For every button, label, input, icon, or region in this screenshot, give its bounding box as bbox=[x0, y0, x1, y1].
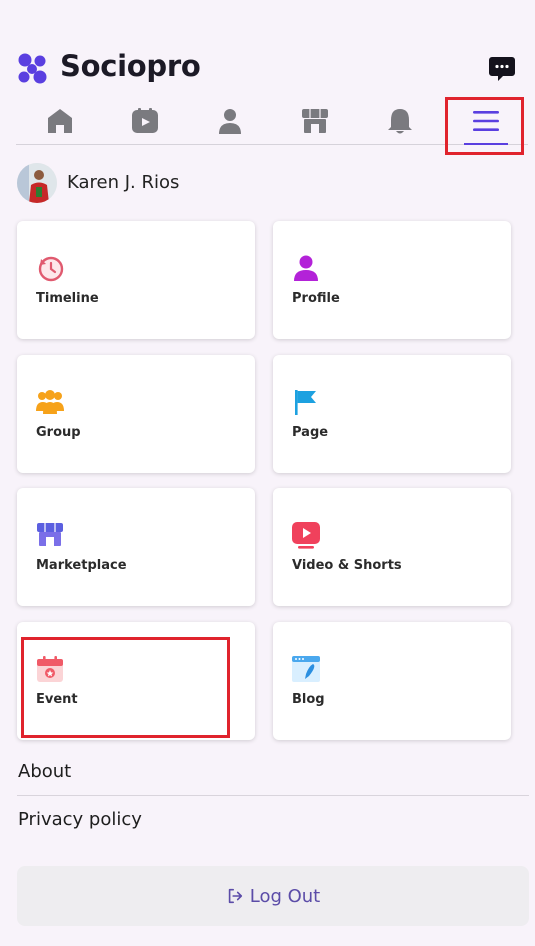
chat-bubble-icon[interactable] bbox=[488, 55, 516, 83]
avatar[interactable] bbox=[17, 163, 57, 203]
card-label: Blog bbox=[292, 692, 325, 707]
user-name[interactable]: Karen J. Rios bbox=[67, 172, 179, 193]
highlight-box-event bbox=[21, 637, 230, 738]
user-icon bbox=[219, 109, 241, 134]
highlight-box-menu bbox=[445, 97, 524, 155]
card-page[interactable]: Page bbox=[273, 355, 511, 473]
card-profile[interactable]: Profile bbox=[273, 221, 511, 339]
brand-logo-icon bbox=[18, 53, 47, 84]
logout-icon bbox=[228, 888, 242, 904]
card-label: Page bbox=[292, 425, 329, 440]
tab-notifications[interactable] bbox=[372, 98, 428, 144]
tab-marketplace[interactable] bbox=[287, 98, 343, 144]
video-icon bbox=[132, 108, 158, 133]
card-label: Marketplace bbox=[36, 558, 127, 573]
privacy-policy-link[interactable]: Privacy policy bbox=[18, 809, 142, 830]
card-label: Video & Shorts bbox=[292, 558, 402, 573]
bell-icon bbox=[388, 109, 412, 134]
video-play-icon bbox=[292, 522, 320, 549]
card-timeline[interactable]: Timeline bbox=[17, 221, 255, 339]
blog-icon bbox=[292, 656, 320, 682]
card-blog[interactable]: Blog bbox=[273, 622, 511, 740]
card-group[interactable]: Group bbox=[17, 355, 255, 473]
card-label: Group bbox=[36, 425, 81, 440]
divider bbox=[17, 795, 529, 796]
tab-profile[interactable] bbox=[202, 98, 258, 144]
brand-name[interactable]: Sociopro bbox=[60, 49, 201, 83]
tab-home[interactable] bbox=[32, 98, 88, 144]
group-icon bbox=[36, 390, 64, 414]
logout-label: Log Out bbox=[249, 885, 321, 907]
history-icon bbox=[38, 256, 64, 282]
card-video-shorts[interactable]: Video & Shorts bbox=[273, 488, 511, 606]
logout-button[interactable]: Log Out bbox=[17, 866, 529, 926]
store-icon bbox=[302, 109, 328, 133]
flag-icon bbox=[295, 390, 316, 415]
about-link[interactable]: About bbox=[18, 761, 71, 782]
card-marketplace[interactable]: Marketplace bbox=[17, 488, 255, 606]
store-icon bbox=[37, 523, 63, 546]
card-label: Timeline bbox=[36, 291, 99, 306]
profile-icon bbox=[294, 255, 318, 281]
home-icon bbox=[48, 109, 72, 133]
card-label: Profile bbox=[292, 291, 340, 306]
tab-videos[interactable] bbox=[117, 98, 173, 144]
